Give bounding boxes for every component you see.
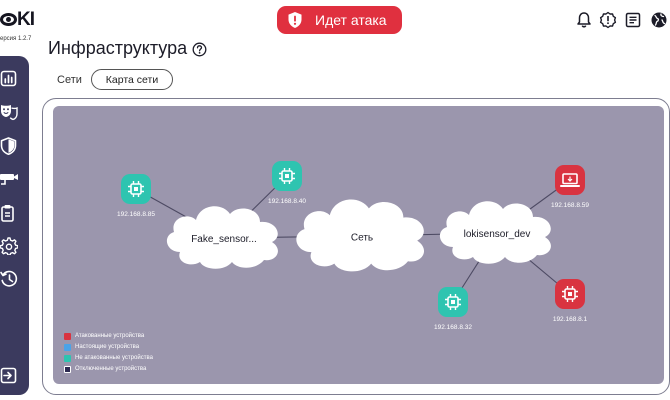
legend-swatch xyxy=(64,355,71,362)
device-192.168.8.40[interactable]: 192.168.8.40 xyxy=(268,161,306,205)
network-clouds: Fake_sensor... Сеть lokisensor_dev xyxy=(166,199,551,272)
device-192.168.8.32[interactable]: 192.168.8.32 xyxy=(434,287,472,331)
device-ip-label: 192.168.8.59 xyxy=(551,202,589,209)
cloud-label: lokisensor_dev xyxy=(464,229,531,240)
cloud-label: Сеть xyxy=(351,233,373,244)
cloud-label: Fake_sensor... xyxy=(191,234,257,245)
device-ip-label: 192.168.8.1 xyxy=(553,316,588,323)
device-ip-label: 192.168.8.40 xyxy=(268,198,306,205)
cloud-loki[interactable]: lokisensor_dev xyxy=(439,201,551,264)
device-192.168.8.85[interactable]: 192.168.8.85 xyxy=(117,174,155,218)
legend-swatch xyxy=(64,333,71,340)
cloud-net[interactable]: Сеть xyxy=(296,199,425,272)
legend-swatch xyxy=(64,366,71,373)
legend-swatch xyxy=(64,344,71,351)
device-ip-label: 192.168.8.85 xyxy=(117,211,155,218)
device-192.168.8.1[interactable]: 192.168.8.1 xyxy=(553,279,588,323)
device-192.168.8.59[interactable]: 192.168.8.59 xyxy=(551,165,589,209)
device-ip-label: 192.168.8.32 xyxy=(434,324,472,331)
